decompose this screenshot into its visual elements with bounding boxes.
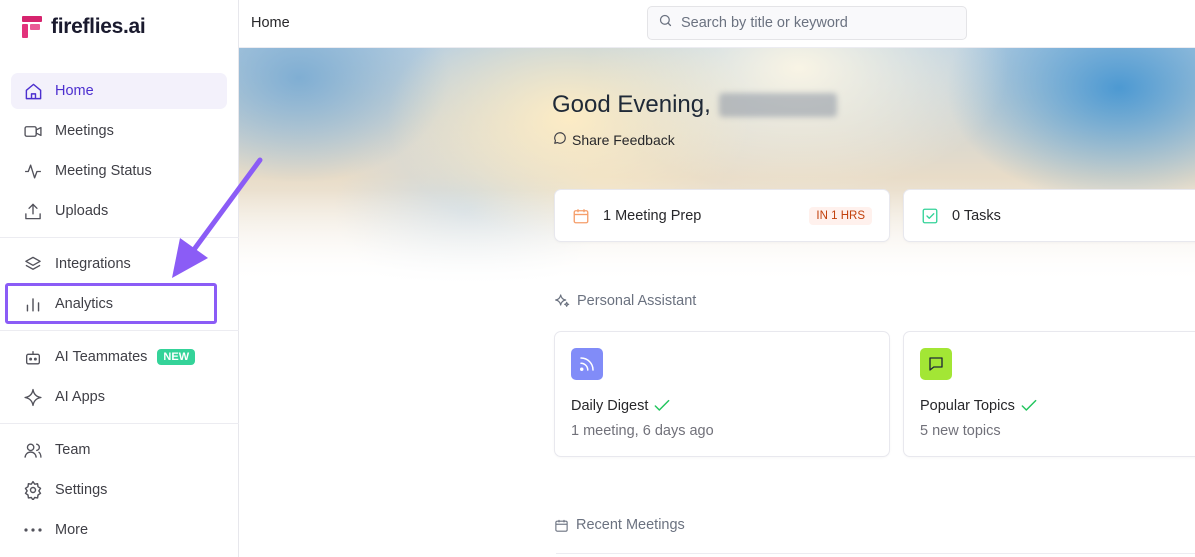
search-input[interactable] xyxy=(681,15,951,31)
home-icon xyxy=(23,81,43,101)
sidebar-item-label: Home xyxy=(55,83,94,99)
daily-digest-title: Daily Digest xyxy=(571,398,670,414)
more-dots-icon xyxy=(23,520,43,540)
message-circle-icon xyxy=(553,131,567,148)
greeting-text: Good Evening, xyxy=(552,91,711,118)
sidebar-item-home[interactable]: Home xyxy=(11,73,227,109)
check-icon xyxy=(654,399,670,413)
new-badge: NEW xyxy=(157,349,196,365)
sparkles-icon xyxy=(554,293,570,309)
sidebar-item-label: Uploads xyxy=(55,203,109,219)
rss-icon xyxy=(571,348,603,380)
meeting-prep-card[interactable]: 1 Meeting Prep IN 1 HRS xyxy=(554,189,890,242)
popular-topics-card[interactable]: Popular Topics 5 new topics xyxy=(903,331,1195,457)
calendar-icon xyxy=(572,207,590,225)
gear-icon xyxy=(23,480,43,500)
sidebar-item-label: Settings xyxy=(55,482,108,498)
meeting-time-badge: IN 1 HRS xyxy=(809,207,872,225)
topbar: Home xyxy=(239,0,1195,48)
breadcrumb[interactable]: Home xyxy=(251,15,290,31)
layers-icon xyxy=(23,254,43,274)
popular-topics-subtitle: 5 new topics xyxy=(920,423,1001,439)
annotation-arrow xyxy=(172,157,263,278)
check-square-icon xyxy=(921,207,939,225)
sparkle-icon xyxy=(23,387,43,407)
sidebar-divider xyxy=(0,423,239,424)
upload-icon xyxy=(23,201,43,221)
sidebar-item-label: AI Apps xyxy=(55,389,105,405)
tasks-card[interactable]: 0 Tasks xyxy=(903,189,1195,242)
bot-icon xyxy=(23,347,43,367)
tasks-label: 0 Tasks xyxy=(952,207,1001,224)
fireflies-logo-icon xyxy=(22,16,42,38)
sidebar-item-label: Integrations xyxy=(55,256,131,272)
brand-name: fireflies.ai xyxy=(51,15,146,38)
sidebar-item-label: AI Teammates xyxy=(55,349,148,365)
sidebar-item-meetings[interactable]: Meetings xyxy=(11,113,227,149)
check-icon xyxy=(1021,399,1037,413)
daily-digest-card[interactable]: Daily Digest 1 meeting, 6 days ago xyxy=(554,331,890,457)
share-feedback-label: Share Feedback xyxy=(572,131,675,148)
daily-digest-subtitle: 1 meeting, 6 days ago xyxy=(571,423,714,439)
section-title-text: Recent Meetings xyxy=(576,517,685,533)
activity-icon xyxy=(23,161,43,181)
users-icon xyxy=(23,440,43,460)
card-title-text: Popular Topics xyxy=(920,398,1015,414)
sidebar-item-more[interactable]: More xyxy=(11,512,227,548)
recent-meetings-divider xyxy=(556,553,1195,554)
sidebar-item-settings[interactable]: Settings xyxy=(11,472,227,508)
brand-logo[interactable]: fireflies.ai xyxy=(22,15,146,39)
sidebar-item-label: Meeting Status xyxy=(55,163,152,179)
personal-assistant-heading: Personal Assistant xyxy=(554,293,696,309)
message-square-icon xyxy=(920,348,952,380)
sidebar-item-team[interactable]: Team xyxy=(11,432,227,468)
card-title-text: Daily Digest xyxy=(571,398,649,414)
popular-topics-title: Popular Topics xyxy=(920,398,1037,414)
video-icon xyxy=(23,121,43,141)
meeting-prep-label: 1 Meeting Prep xyxy=(603,207,702,224)
sidebar-divider xyxy=(0,330,239,331)
sidebar-item-ai-apps[interactable]: AI Apps xyxy=(11,379,227,415)
greeting: Good Evening, xyxy=(552,91,837,119)
analytics-highlight-box xyxy=(5,283,217,324)
sidebar-item-label: Team xyxy=(55,442,91,458)
user-name-blurred xyxy=(718,93,837,117)
sidebar-item-ai-teammates[interactable]: AI Teammates NEW xyxy=(11,339,227,375)
section-title-text: Personal Assistant xyxy=(577,293,697,309)
search-box[interactable] xyxy=(647,6,967,40)
share-feedback-link[interactable]: Share Feedback xyxy=(553,131,675,148)
sidebar-item-label: Meetings xyxy=(55,123,114,139)
calendar-outline-icon xyxy=(554,518,569,533)
recent-meetings-heading: Recent Meetings xyxy=(554,517,685,533)
sidebar-item-label: More xyxy=(55,522,89,538)
search-icon xyxy=(658,13,673,33)
